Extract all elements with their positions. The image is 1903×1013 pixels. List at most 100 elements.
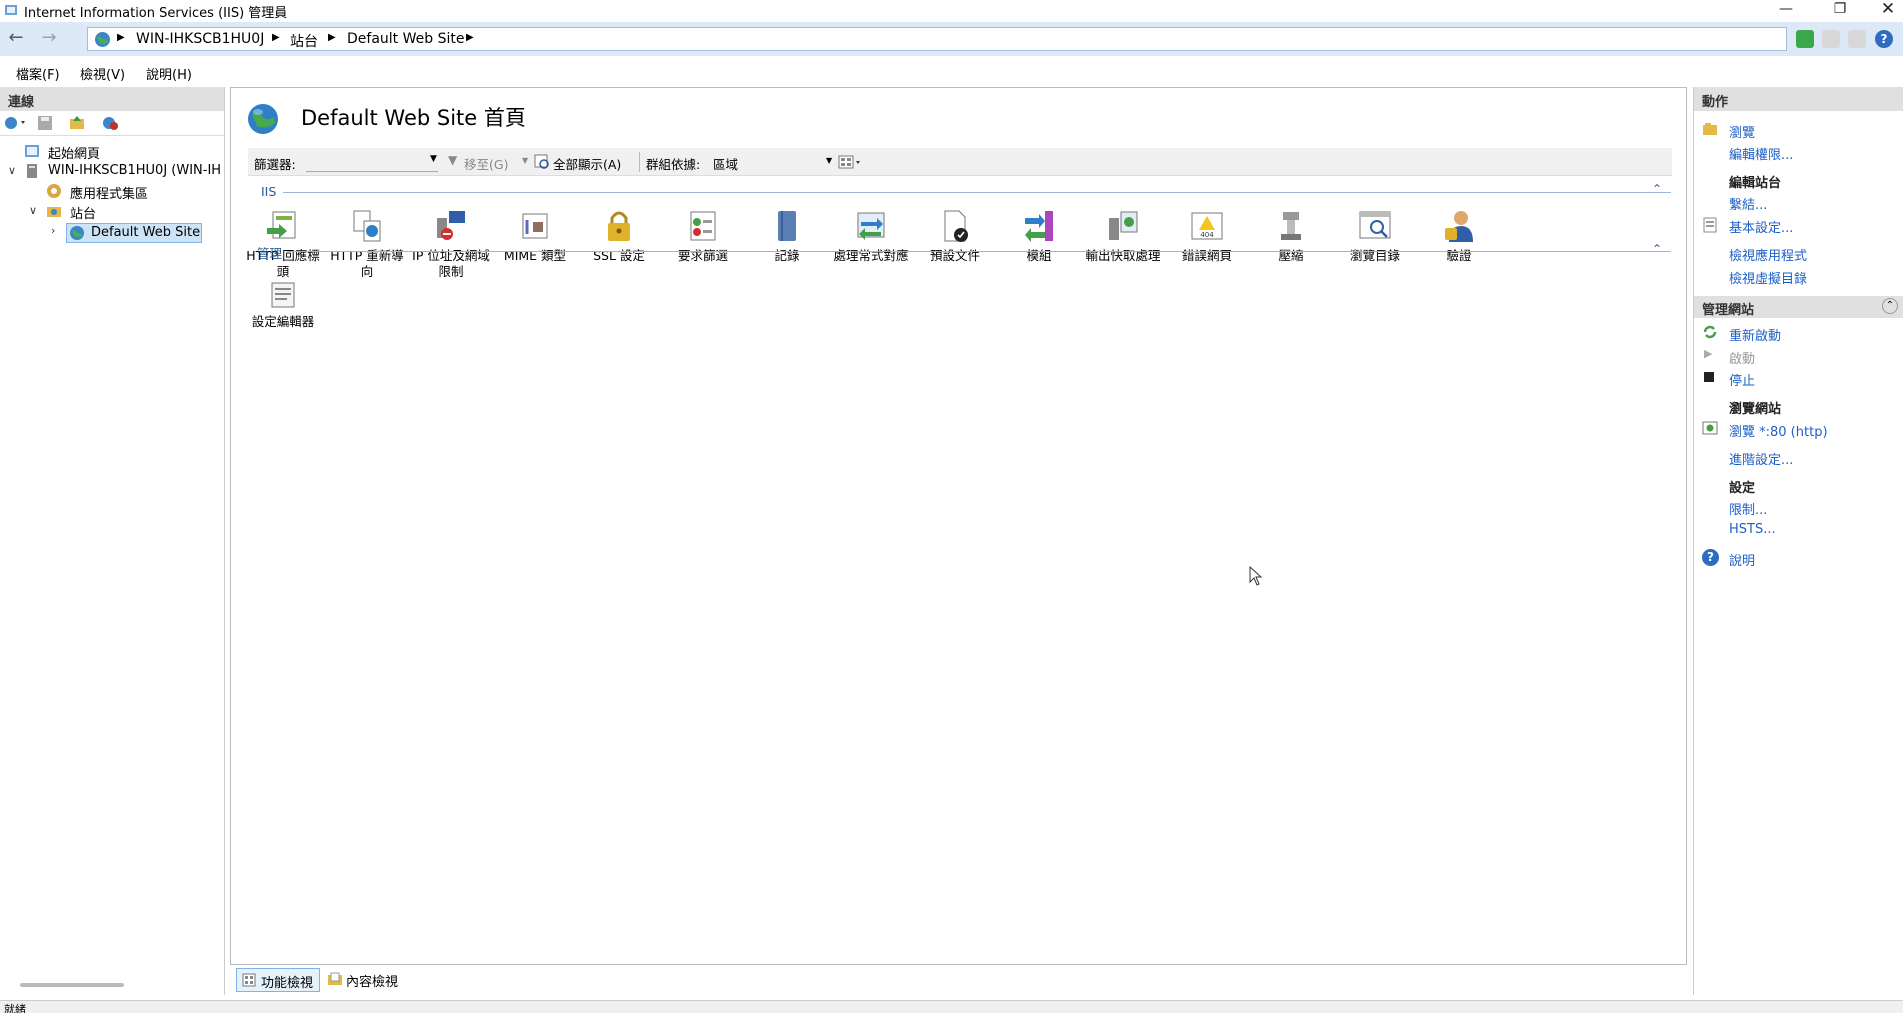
crumb-default-site[interactable]: Default Web Site	[347, 31, 464, 47]
feature-compression[interactable]: 壓縮	[1249, 208, 1333, 264]
close-button[interactable]: ✕	[1868, 0, 1903, 20]
tab-content-view[interactable]: 內容檢視	[322, 968, 404, 992]
connections-toolbar	[0, 111, 224, 135]
response-headers-icon	[267, 211, 296, 239]
group-divider	[287, 251, 1671, 252]
logging-icon	[778, 211, 796, 241]
sites-collapse-chevron[interactable]: ∨	[29, 204, 37, 217]
feature-handler-mappings[interactable]: 處理常式對應	[829, 208, 913, 264]
tree-default-web-site[interactable]: Default Web Site	[66, 223, 202, 243]
action-edit-permissions[interactable]: 編輯權限...	[1729, 144, 1793, 163]
authentication-icon	[1445, 211, 1473, 242]
action-help[interactable]: 說明	[1729, 550, 1755, 569]
action-restart[interactable]: 重新啟動	[1729, 325, 1781, 344]
group-by-label: 群組依據:	[646, 157, 701, 172]
directory-browsing-icon	[1359, 211, 1391, 239]
action-basic-settings[interactable]: 基本設定...	[1729, 217, 1793, 236]
filter-bar: 篩選器: ▼ ▼ 移至(G) ▼ 全部顯示(A) 群組依據: 區域 ▼	[248, 148, 1672, 176]
show-all-button[interactable]: 全部顯示(A)	[553, 154, 621, 173]
disconnect-icon[interactable]	[101, 115, 119, 131]
filter-dropdown-arrow[interactable]: ▼	[430, 154, 437, 164]
iis-app-icon	[5, 5, 17, 15]
ip-restrictions-icon	[437, 211, 465, 240]
server-collapse-chevron[interactable]: ∨	[8, 164, 16, 177]
crumb-server[interactable]: WIN-IHKSCB1HU0J	[136, 31, 264, 47]
view-mode-icon[interactable]	[838, 154, 862, 170]
filter-input[interactable]	[306, 152, 438, 172]
default-site-expand-chevron[interactable]: ›	[51, 224, 55, 237]
forward-button[interactable]: →	[38, 28, 60, 50]
goto-button[interactable]: 移至(G)	[464, 154, 508, 173]
connect-icon[interactable]	[1796, 30, 1814, 48]
action-stop[interactable]: 停止	[1729, 370, 1755, 389]
up-folder-icon[interactable]	[69, 115, 85, 131]
mime-types-icon	[522, 213, 548, 239]
feature-authentication[interactable]: 驗證	[1417, 208, 1501, 264]
action-browse[interactable]: 瀏覽	[1729, 122, 1755, 141]
globe-icon	[95, 32, 110, 47]
action-view-applications[interactable]: 檢視應用程式	[1729, 245, 1807, 264]
group-label-iis: IIS	[261, 184, 277, 199]
feature-http-redirect[interactable]: HTTP 重新導向	[325, 208, 409, 280]
collapse-group-iis-icon[interactable]: ⌃	[1652, 182, 1662, 196]
window-title: Internet Information Services (IIS) 管理員	[24, 6, 288, 21]
crumb-sites[interactable]: 站台	[290, 31, 318, 51]
feature-ip-domain-restrictions[interactable]: IP 位址及網域限制	[409, 208, 493, 280]
manage-site-header: 管理網站	[1702, 303, 1755, 318]
group-by-dropdown-arrow[interactable]: ▼	[826, 156, 832, 165]
svg-text:404: 404	[1200, 231, 1214, 239]
action-browse-80[interactable]: 瀏覽 *:80 (http)	[1729, 421, 1828, 440]
horizontal-scrollbar[interactable]	[20, 983, 124, 987]
action-view-virtual-directories[interactable]: 檢視虛擬目錄	[1729, 268, 1807, 287]
feature-logging[interactable]: 記錄	[745, 208, 829, 264]
actions-header: 動作	[1694, 87, 1903, 111]
collapse-group-management-icon[interactable]: ⌃	[1652, 242, 1662, 256]
stop-refresh-icon[interactable]	[1822, 30, 1840, 48]
view-tabs: 功能檢視 內容檢視	[230, 966, 1690, 996]
restore-button[interactable]: ❐	[1820, 0, 1860, 20]
minimize-button[interactable]: —	[1766, 0, 1806, 20]
feature-directory-browsing[interactable]: 瀏覽目錄	[1333, 208, 1417, 264]
configuration-editor-icon	[271, 282, 295, 308]
menu-file[interactable]: 檔案(F)	[16, 64, 60, 83]
save-icon[interactable]	[37, 115, 53, 131]
action-limits[interactable]: 限制...	[1729, 499, 1767, 518]
tab-features-view[interactable]: 功能檢視	[236, 968, 321, 992]
page-title: Default Web Site 首頁	[301, 106, 526, 130]
feature-request-filtering[interactable]: 要求篩選	[661, 208, 745, 264]
menu-view[interactable]: 檢視(V)	[80, 64, 125, 83]
action-hsts[interactable]: HSTS...	[1729, 522, 1776, 537]
action-advanced-settings[interactable]: 進階設定...	[1729, 449, 1793, 468]
site-globe-icon	[248, 104, 278, 134]
action-bindings[interactable]: 繫結...	[1729, 194, 1767, 213]
goto-dropdown-arrow[interactable]: ▼	[522, 156, 528, 165]
menu-help[interactable]: 說明(H)	[146, 64, 192, 83]
features-view-icon	[242, 973, 256, 987]
feature-configuration-editor[interactable]: 設定編輯器	[241, 280, 325, 330]
feature-http-response-headers[interactable]: HTTP 回應標頭	[241, 208, 325, 280]
redirect-icon	[353, 210, 381, 242]
help-icon[interactable]: ?	[1875, 30, 1893, 48]
home-icon[interactable]	[1848, 30, 1866, 48]
content-view-icon	[328, 972, 342, 985]
feature-modules[interactable]: 模組	[997, 208, 1081, 264]
back-button[interactable]: ←	[5, 28, 27, 50]
edit-site-header: 編輯站台	[1729, 176, 1782, 191]
app-pools-icon	[47, 184, 61, 198]
collapse-manage-site-icon[interactable]: ⌃	[1882, 298, 1898, 314]
feature-error-pages[interactable]: 404 錯誤網頁	[1165, 208, 1249, 264]
feature-default-document[interactable]: 預設文件	[913, 208, 997, 264]
browse-folder-icon	[1703, 123, 1717, 135]
create-connection-icon[interactable]	[3, 115, 27, 131]
action-start[interactable]: 啟動	[1729, 348, 1755, 367]
connections-header: 連線	[0, 87, 224, 111]
show-all-icon	[534, 154, 549, 169]
feature-mime-types[interactable]: MIME 類型	[493, 208, 577, 264]
feature-ssl-settings[interactable]: SSL 設定	[577, 208, 661, 264]
restart-icon	[1703, 325, 1717, 339]
filter-label: 篩選器:	[254, 157, 296, 172]
address-bar[interactable]: ▶ WIN-IHKSCB1HU0J ▶ 站台 ▶ Default Web Sit…	[87, 27, 1787, 51]
group-by-select[interactable]: 區域	[713, 154, 738, 173]
features-pane: Default Web Site 首頁 篩選器: ▼ ▼ 移至(G) ▼ 全部顯…	[230, 87, 1687, 965]
feature-output-caching[interactable]: 輸出快取處理	[1081, 208, 1165, 264]
